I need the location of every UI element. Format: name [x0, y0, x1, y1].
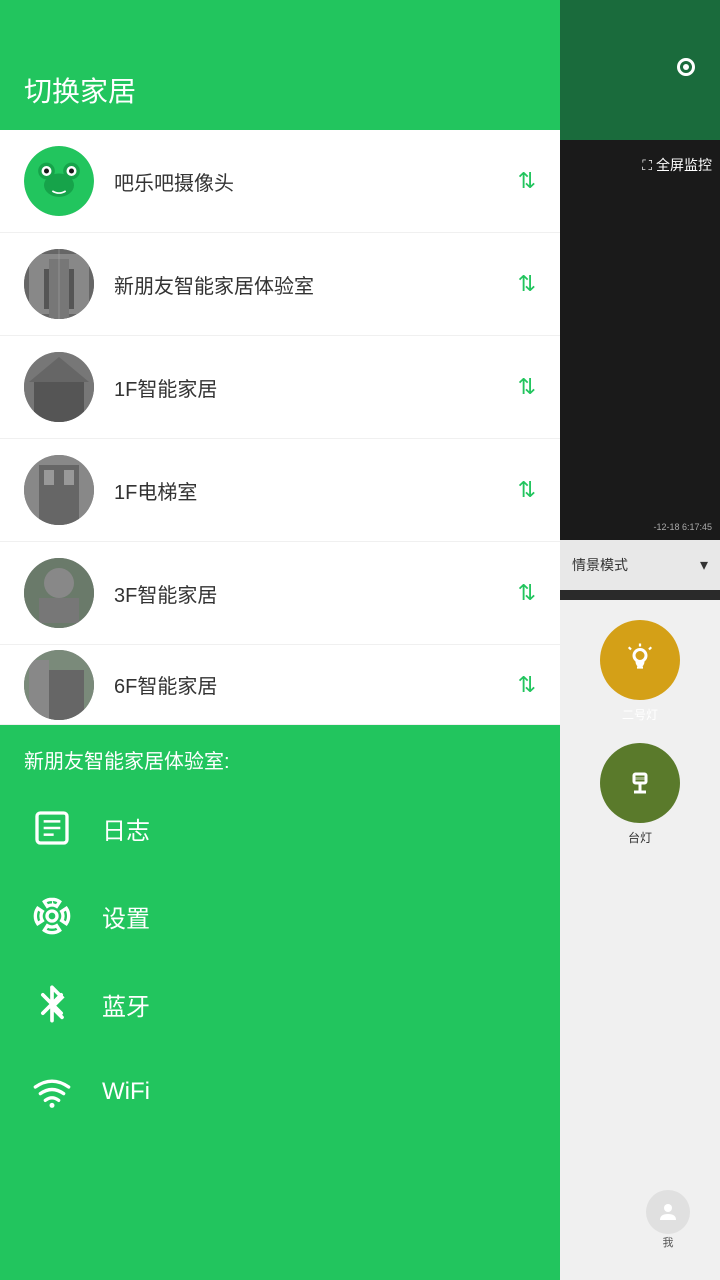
menu-label-bluetooth: 蓝牙 [102, 987, 150, 1022]
device-light-2[interactable] [600, 620, 680, 700]
camera-icon [668, 49, 704, 92]
devices-area: 二号灯 台灯 我 [560, 600, 720, 1280]
home-name-4: 1F电梯室 [114, 476, 518, 505]
sort-icon-6: ⇅ [518, 672, 536, 698]
gear-icon [30, 894, 74, 938]
scene-mode-bar: 情景模式 ▾ [560, 540, 720, 590]
home-avatar-6 [24, 650, 94, 720]
panel-title: 切换家居 [24, 70, 136, 110]
home-avatar-3 [24, 352, 94, 422]
menu-label-log: 日志 [102, 811, 150, 846]
bluetooth-icon [30, 982, 74, 1026]
home-avatar-5 [24, 558, 94, 628]
menu-label-settings: 设置 [102, 899, 150, 934]
right-top-bar [560, 0, 720, 140]
home-name-2: 新朋友智能家居体验室 [114, 270, 518, 299]
sort-icon-5: ⇅ [518, 580, 536, 606]
device-desk-lamp-label: 台灯 [628, 829, 652, 846]
menu-item-log[interactable]: 日志 [0, 784, 560, 872]
camera-timestamp: -12-18 6:17:45 [653, 522, 712, 532]
home-item-2[interactable]: 新朋友智能家居体验室 ⇅ [0, 233, 560, 336]
fullscreen-button[interactable]: ⛶ 全屏监控 [642, 155, 712, 175]
device-light-2-label: 二号灯 [622, 706, 658, 723]
home-name-3: 1F智能家居 [114, 373, 518, 402]
chevron-down-icon[interactable]: ▾ [700, 555, 708, 575]
menu-item-wifi[interactable]: WiFi [0, 1048, 560, 1136]
me-icon[interactable] [646, 1190, 690, 1234]
menu-label-wifi: WiFi [102, 1078, 150, 1106]
sort-icon-1: ⇅ [518, 168, 536, 194]
home-item-3[interactable]: 1F智能家居 ⇅ [0, 336, 560, 439]
home-item-1[interactable]: 吧乐吧摄像头 ⇅ [0, 130, 560, 233]
home-name-1: 吧乐吧摄像头 [114, 167, 518, 196]
home-avatar-1 [24, 146, 94, 216]
home-avatar-4 [24, 455, 94, 525]
device-desk-lamp[interactable] [600, 743, 680, 823]
scene-mode-label: 情景模式 [572, 555, 628, 575]
home-list: 吧乐吧摄像头 ⇅ 新朋友智能家居体验室 ⇅ [0, 130, 560, 725]
menu-context-label: 新朋友智能家居体验室: [0, 725, 560, 784]
home-item-5[interactable]: 3F智能家居 ⇅ [0, 542, 560, 645]
sort-icon-3: ⇅ [518, 374, 536, 400]
panel-header: 切换家居 [0, 0, 560, 130]
sort-icon-2: ⇅ [518, 271, 536, 297]
bottom-menu: 新朋友智能家居体验室: 日志 设置 [0, 725, 560, 1280]
home-item-6[interactable]: 6F智能家居 ⇅ [0, 645, 560, 725]
list-icon [30, 806, 74, 850]
menu-item-bluetooth[interactable]: 蓝牙 [0, 960, 560, 1048]
home-avatar-2 [24, 249, 94, 319]
home-name-6: 6F智能家居 [114, 670, 518, 699]
camera-preview: -12-18 6:17:45 [560, 140, 720, 540]
home-item-4[interactable]: 1F电梯室 ⇅ [0, 439, 560, 542]
fullscreen-label: 全屏监控 [656, 155, 712, 175]
main-panel: 切换家居 吧乐吧摄像头 [0, 0, 560, 1280]
home-name-5: 3F智能家居 [114, 579, 518, 608]
sort-icon-4: ⇅ [518, 477, 536, 503]
wifi-icon [30, 1070, 74, 1114]
menu-item-settings[interactable]: 设置 [0, 872, 560, 960]
